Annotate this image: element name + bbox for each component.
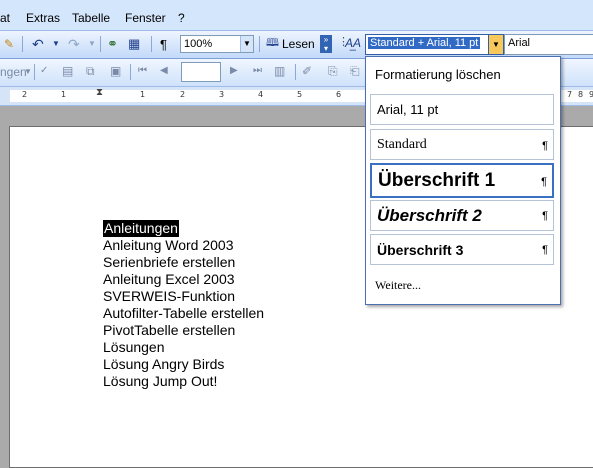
style-item-label: Überschrift 1 — [378, 170, 496, 191]
ruler-tick: 2 — [180, 90, 186, 99]
toolbar-separator — [259, 36, 260, 52]
menu-extras[interactable]: Extras — [26, 11, 60, 25]
styles-formatting-icon[interactable]: A͟A — [345, 37, 361, 49]
document-line[interactable]: Lösung Angry Birds — [103, 356, 224, 373]
menu-help[interactable]: ? — [178, 11, 185, 25]
read-button[interactable]: Lesen — [282, 37, 315, 51]
style-select[interactable]: Standard + Arial, 11 pt — [365, 34, 489, 55]
chevron-down-icon[interactable]: ▼ — [24, 68, 32, 76]
style-item-label: Überschrift 2 — [377, 206, 482, 225]
style-dropdown-list: Formatierung löschen Arial, 11 pt Standa… — [365, 56, 561, 305]
previous-page-icon[interactable]: ◀ — [160, 66, 168, 76]
menu-fenster[interactable]: Fenster — [125, 11, 166, 25]
preview-icon[interactable]: ▣ — [110, 65, 121, 77]
paragraph-style-icon: ¶ — [542, 210, 548, 222]
next-page-icon[interactable]: ▶ — [230, 66, 238, 76]
paragraph-style-icon: ¶ — [541, 176, 547, 188]
style-item-standard[interactable]: Standard ¶ — [370, 129, 554, 160]
redo-dropdown-icon[interactable]: ▼ — [88, 40, 96, 48]
undo-icon[interactable]: ↶ — [32, 37, 44, 51]
style-value: Standard + Arial, 11 pt — [368, 37, 481, 49]
ruler-tick: 4 — [258, 90, 264, 99]
document-line[interactable]: Serienbriefe erstellen — [103, 254, 235, 271]
ruler-tick: 7 — [567, 90, 573, 99]
page-number-field[interactable] — [181, 62, 221, 82]
menu-format[interactable]: at — [0, 11, 10, 25]
style-item-label: Standard — [377, 137, 427, 152]
paragraph-style-icon: ¶ — [542, 244, 548, 256]
style-item-label: Arial, 11 pt — [377, 102, 439, 117]
toolbar-separator — [34, 64, 35, 80]
toolbar-separator — [22, 36, 23, 52]
menu-bar: at Extras Tabelle Fenster ? — [0, 0, 593, 31]
format-painter-icon[interactable]: ✎ — [4, 38, 14, 50]
ruler-tick: 8 — [578, 90, 584, 99]
style-item-label: Überschrift 3 — [377, 242, 464, 258]
document-line[interactable]: Anleitung Word 2003 — [103, 237, 234, 254]
clear-formatting-item[interactable]: Formatierung löschen — [375, 67, 501, 82]
ruler-tick: 1 — [61, 90, 67, 99]
menu-tabelle[interactable]: Tabelle — [72, 11, 110, 25]
ruler-tick: 5 — [297, 90, 303, 99]
edit-icon[interactable]: ✐ — [302, 65, 312, 77]
font-value: Arial — [508, 37, 531, 49]
document-line[interactable]: Autofilter-Tabelle erstellen — [103, 305, 264, 322]
first-page-icon[interactable]: ⏮ — [138, 66, 147, 76]
more-styles-item[interactable]: Weitere... — [375, 278, 421, 293]
ruler-tick: 6 — [336, 90, 342, 99]
toolbar-separator — [151, 36, 152, 52]
compare-icon[interactable]: ⧉ — [86, 65, 95, 77]
insert-page-icon[interactable]: ▥ — [274, 65, 285, 77]
ruler-tick: 9 — [589, 90, 593, 99]
toolbar-options-icon[interactable]: » ▾ — [320, 35, 332, 53]
ruler-tick: 3 — [219, 90, 225, 99]
show-formatting-button[interactable]: ¶ — [160, 37, 167, 52]
zoom-value: 100% — [184, 38, 213, 50]
toolbar-separator — [295, 64, 296, 80]
paragraph-style-icon: ¶ — [542, 140, 548, 152]
font-select[interactable]: Arial — [504, 34, 593, 55]
table-icon[interactable]: ▦ — [128, 37, 140, 50]
zoom-select[interactable]: 100% ▼ — [180, 35, 254, 53]
document-icon[interactable]: ▤ — [62, 65, 73, 77]
style-dropdown-chevron-icon[interactable]: ▼ — [488, 34, 504, 55]
document-line[interactable]: Lösung Jump Out! — [103, 373, 217, 390]
copy-icon[interactable]: ⎘ — [328, 65, 338, 77]
style-item-arial-11[interactable]: Arial, 11 pt — [370, 94, 554, 125]
document-line-selected[interactable]: Anleitungen — [103, 220, 179, 237]
redo-icon[interactable]: ↷ — [68, 37, 80, 51]
document-line[interactable]: Lösungen — [103, 339, 165, 356]
book-icon: 🕮 — [266, 37, 279, 49]
ruler-tick: 1 — [140, 90, 146, 99]
last-page-icon[interactable]: ⏭ — [253, 66, 262, 76]
indent-marker-icon[interactable]: ⧗ — [96, 88, 103, 98]
document-line[interactable]: SVERWEIS-Funktion — [103, 288, 235, 305]
toolbar2-left-label: ngen — [0, 65, 27, 79]
style-item-heading-2[interactable]: Überschrift 2 ¶ — [370, 200, 554, 231]
toolbar-separator — [130, 64, 131, 80]
toolbar-separator — [100, 36, 101, 52]
spelling-icon[interactable]: ✓ — [40, 66, 48, 76]
style-item-heading-3[interactable]: Überschrift 3 ¶ — [370, 234, 554, 265]
undo-dropdown-icon[interactable]: ▼ — [52, 40, 60, 48]
ruler-tick: 2 — [22, 90, 28, 99]
paste-icon[interactable]: ⎗ — [350, 65, 360, 77]
hyperlink-icon[interactable]: ⚭ — [107, 37, 118, 50]
style-item-heading-1[interactable]: Überschrift 1 ¶ — [370, 163, 554, 198]
chevron-down-icon[interactable]: ▼ — [240, 36, 253, 52]
document-line[interactable]: PivotTabelle erstellen — [103, 322, 235, 339]
document-line[interactable]: Anleitung Excel 2003 — [103, 271, 235, 288]
